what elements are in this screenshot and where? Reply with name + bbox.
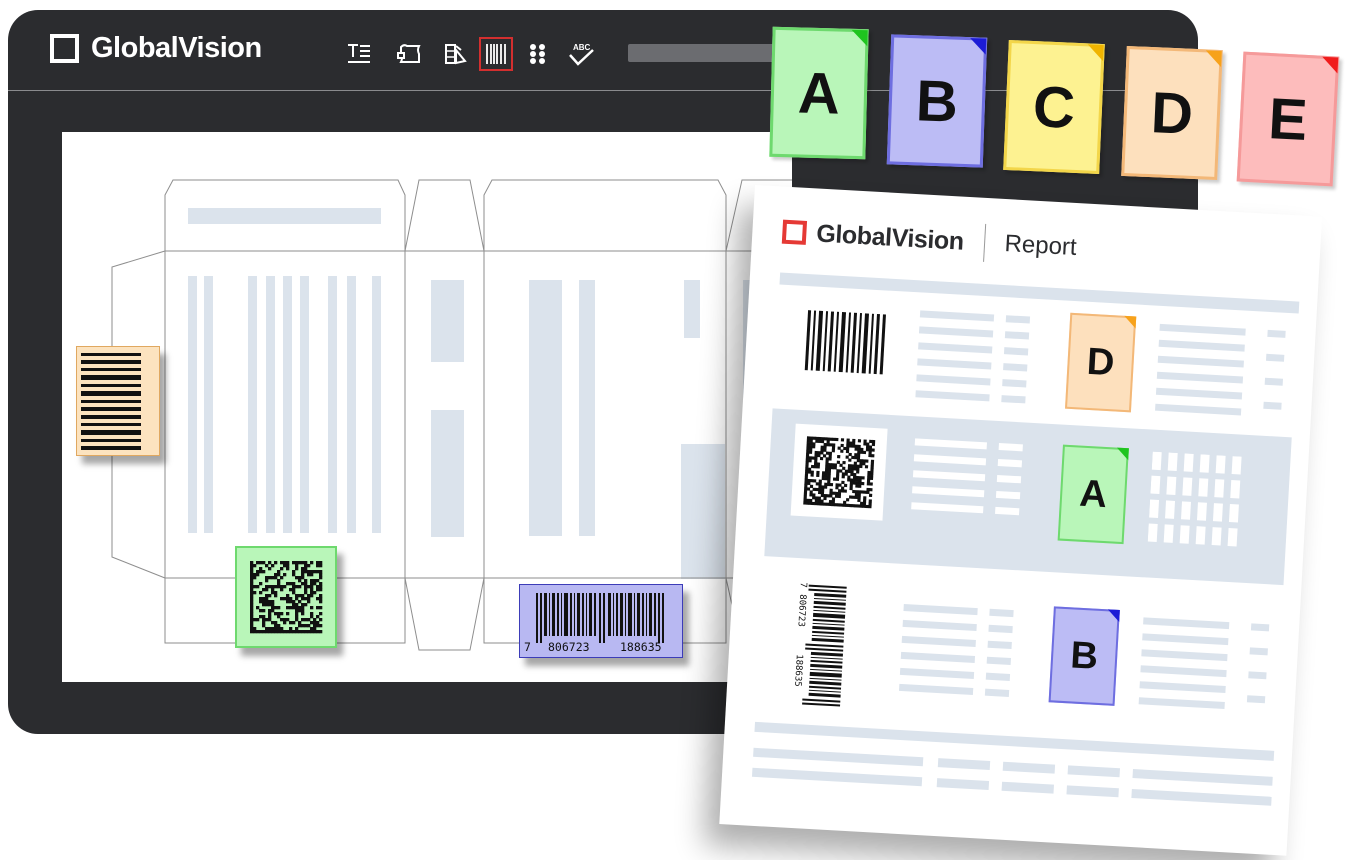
report-thumb-ean-barcode: 7 806723 188635 <box>785 579 853 713</box>
spell-check-icon[interactable]: ABC <box>566 38 598 70</box>
grade-tab-d[interactable]: D <box>1121 45 1223 181</box>
linear-barcode-callout[interactable] <box>76 346 160 456</box>
text-compare-icon[interactable] <box>343 38 375 70</box>
grade-label: E <box>1266 85 1310 153</box>
report-page[interactable]: GlobalVision Report D A 7 806723 188635 … <box>719 185 1323 856</box>
color-compare-icon[interactable] <box>440 38 472 70</box>
report-grade-label: A <box>1078 472 1109 516</box>
report-grade-label: B <box>1069 633 1100 678</box>
grade-label: C <box>1031 73 1077 141</box>
report-thumb-datamatrix <box>790 423 888 521</box>
report-grade-d: D <box>1064 312 1137 413</box>
grade-label: B <box>914 67 960 135</box>
report-header: GlobalVision Report <box>781 213 1077 267</box>
grade-tab-b[interactable]: B <box>886 34 988 168</box>
grade-tab-c[interactable]: C <box>1003 39 1105 175</box>
grade-label: D <box>1149 79 1195 147</box>
graphics-compare-icon[interactable] <box>394 38 426 70</box>
grade-tab-a[interactable]: A <box>769 26 869 160</box>
report-ean-right-group: 188635 <box>792 654 804 687</box>
logo-square-icon <box>50 34 79 63</box>
ean-right-group: 188635 <box>620 640 662 654</box>
report-grade-b: B <box>1048 606 1120 706</box>
grade-label: A <box>797 59 841 127</box>
brand-name: GlobalVision <box>91 32 262 64</box>
grade-tab-e[interactable]: E <box>1236 51 1340 187</box>
report-header-divider <box>982 223 986 262</box>
linear-barcode-graphic <box>81 353 141 450</box>
report-grade-matrix <box>1147 451 1242 547</box>
ean-left-group: 806723 <box>548 640 590 654</box>
report-grade-label: D <box>1085 340 1116 384</box>
barcode-icon[interactable] <box>479 37 513 71</box>
report-brand: GlobalVision <box>815 219 965 256</box>
report-grade-a: A <box>1057 444 1129 545</box>
datamatrix-callout[interactable] <box>235 546 337 648</box>
report-ean-first-digit: 7 <box>798 582 808 588</box>
braille-icon[interactable] <box>522 38 554 70</box>
report-title: Report <box>1003 230 1078 262</box>
report-thumb-linear-barcode <box>798 297 899 388</box>
report-logo-icon <box>781 219 808 245</box>
spell-check-glyph: ABC <box>573 43 591 52</box>
brand-logo: GlobalVision <box>50 32 262 65</box>
report-ean-left-group: 806723 <box>795 594 807 627</box>
ean-first-digit: 7 <box>524 640 531 654</box>
datamatrix-graphic <box>250 561 323 634</box>
ean-barcode-callout[interactable]: 7 806723 188635 <box>519 584 683 658</box>
